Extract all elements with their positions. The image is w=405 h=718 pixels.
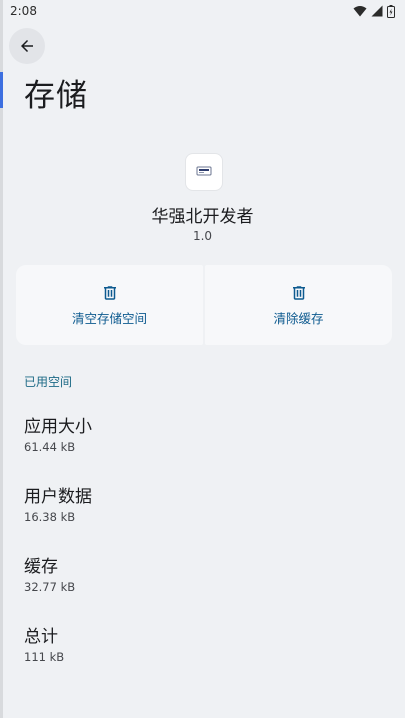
arrow-back-icon xyxy=(21,40,33,52)
status-bar: 2:08 xyxy=(0,0,405,22)
stat-title: 用户数据 xyxy=(24,487,92,507)
app-name: 华强北开发者 xyxy=(151,207,254,227)
clear-cache-button[interactable]: 清除缓存 xyxy=(205,265,392,345)
stat-cache: 缓存 32.77 kB xyxy=(24,552,75,594)
stat-title: 应用大小 xyxy=(24,417,92,437)
stat-title: 总计 xyxy=(24,627,58,647)
stat-user-data: 用户数据 16.38 kB xyxy=(24,482,92,524)
status-icons xyxy=(353,4,395,18)
action-row: 清空存储空间 清除缓存 xyxy=(16,265,392,345)
stat-value: 16.38 kB xyxy=(24,510,76,524)
stat-title: 缓存 xyxy=(24,557,58,577)
stat-app-size: 应用大小 61.44 kB xyxy=(24,412,92,454)
storage-screen: 2:08 存储 华强北开发者 1.0 清空存储空间 清除缓存 已用空间 应用大小… xyxy=(0,0,405,718)
app-logo-icon xyxy=(196,166,212,176)
back-button[interactable] xyxy=(9,28,45,64)
stat-value: 111 kB xyxy=(24,650,65,664)
clear-storage-button[interactable]: 清空存储空间 xyxy=(16,265,203,345)
stat-value: 61.44 kB xyxy=(24,440,76,454)
app-icon xyxy=(186,154,222,190)
battery-icon xyxy=(387,4,395,18)
clear-cache-label: 清除缓存 xyxy=(273,310,324,326)
stat-value: 32.77 kB xyxy=(24,580,76,594)
trash-icon xyxy=(292,285,305,300)
clear-storage-label: 清空存储空间 xyxy=(71,310,147,326)
section-header-used-space: 已用空间 xyxy=(24,375,73,389)
status-time: 2:08 xyxy=(10,4,37,18)
stat-total: 总计 111 kB xyxy=(24,622,64,664)
signal-icon xyxy=(371,5,383,17)
page-title: 存储 xyxy=(24,78,88,114)
trash-icon xyxy=(103,285,116,300)
app-version: 1.0 xyxy=(192,229,213,243)
wifi-icon xyxy=(353,6,367,17)
edge-accent xyxy=(0,72,3,108)
